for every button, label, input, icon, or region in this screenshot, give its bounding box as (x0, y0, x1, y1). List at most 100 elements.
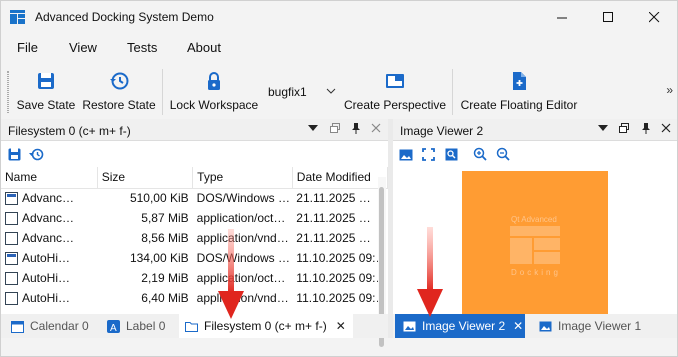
toolbar: Save State Restore State Lock Workspace … (1, 63, 677, 119)
vertical-scrollbar[interactable] (378, 177, 386, 347)
toolbar-separator (162, 69, 163, 115)
filesystem-pane: Filesystem 0 (c+ m+ f-) Name Size Type D… (1, 119, 389, 347)
restore-state-button[interactable]: Restore State (81, 63, 157, 119)
cell-name: AutoHi… (1, 288, 97, 308)
perspective-select[interactable]: bugfix1 (264, 82, 340, 104)
undock-icon[interactable] (330, 123, 340, 136)
chevron-down-icon (326, 84, 336, 101)
save-state-label: Save State (16, 98, 76, 112)
save-icon[interactable] (8, 148, 21, 161)
lock-workspace-label: Lock Workspace (169, 98, 259, 112)
minimize-button[interactable] (539, 1, 585, 33)
close-pane-icon[interactable] (371, 123, 381, 136)
menu-bar: File View Tests About (1, 33, 677, 63)
cell-date: 21.11.2025 … (296, 231, 371, 245)
cell-type: application/oct… (196, 211, 286, 225)
open-image-icon[interactable] (399, 148, 413, 161)
history-icon (110, 72, 129, 90)
tab-close-icon[interactable]: ✕ (513, 319, 523, 333)
folder-icon (185, 321, 198, 332)
menu-about[interactable]: About (187, 40, 221, 55)
app-window: Advanced Docking System Demo File View T… (0, 0, 678, 357)
cell-name: Advanc… (1, 208, 97, 228)
perspective-value: bugfix1 (268, 85, 307, 99)
window-title: Advanced Docking System Demo (35, 10, 214, 24)
table-header-row: Name Size Type Date Modified (1, 167, 389, 189)
toolbar-grip[interactable] (7, 71, 9, 113)
table-row[interactable]: Advanc… 8,56 MiB application/vnd… 21.11.202… (1, 228, 388, 248)
table-row[interactable]: AutoHi… 2,19 MiB application/oct… 11.10.202… (1, 268, 388, 288)
tab-close-icon[interactable]: ✕ (336, 319, 346, 333)
column-header-date[interactable]: Date Modified (292, 167, 389, 189)
cell-date: 21.11.2025 … (296, 211, 371, 225)
cell-size: 8,56 MiB (141, 231, 189, 245)
table-row[interactable]: Advanc… 510,00 KiB DOS/Windows … 21.11.2025… (1, 188, 388, 208)
file-name: Advanc… (22, 211, 75, 225)
label-icon: A (107, 319, 120, 333)
cell-name: AutoHi… (1, 248, 97, 268)
pin-icon[interactable] (641, 123, 651, 137)
image-icon (403, 321, 416, 331)
menu-tests[interactable]: Tests (127, 40, 157, 55)
file-name: Advanc… (22, 231, 75, 245)
zoom-in-icon[interactable] (473, 147, 487, 161)
tab-label-0[interactable]: A Label 0 (103, 314, 175, 338)
tab-filesystem-0[interactable]: Filesystem 0 (c+ m+ f-) ✕ (179, 314, 353, 338)
fit-to-window-icon[interactable] (422, 148, 435, 161)
cell-size: 510,00 KiB (129, 191, 189, 206)
save-icon (38, 73, 54, 89)
menu-view[interactable]: View (69, 40, 97, 55)
file-table: Name Size Type Date Modified Advanc… 510,… (1, 167, 389, 308)
table-row[interactable]: AutoHi… 6,40 MiB application/vnd… 11.10.202… (1, 288, 388, 308)
tab-label: Image Viewer 2 (422, 319, 506, 333)
displayed-image: Qt Advanced Docking (462, 171, 608, 317)
save-state-button[interactable]: Save State (15, 63, 77, 119)
cell-date: 11.10.2025 09:… (296, 291, 388, 305)
cell-name: AutoHi… (1, 268, 97, 288)
filesystem-pane-toolbar (1, 141, 388, 167)
close-button[interactable] (631, 1, 677, 33)
create-perspective-label: Create Perspective (343, 98, 447, 112)
cell-date: 21.11.2025 … (296, 191, 371, 206)
cell-size: 6,40 MiB (141, 291, 189, 305)
file-icon (5, 291, 18, 305)
file-name: AutoHi… (22, 291, 71, 305)
cell-size: 134,00 KiB (129, 251, 189, 265)
actual-size-icon[interactable] (445, 148, 458, 161)
file-name: AutoHi… (22, 251, 71, 265)
column-header-type[interactable]: Type (192, 167, 293, 189)
history-icon[interactable] (29, 148, 44, 161)
file-icon (5, 211, 18, 225)
logo-text-bottom: Docking (511, 268, 561, 277)
executable-icon (5, 251, 18, 265)
file-icon (5, 271, 18, 285)
create-floating-editor-label: Create Floating Editor (460, 98, 578, 112)
new-document-icon (513, 72, 526, 90)
red-arrow-annotation (417, 227, 443, 317)
tab-image-viewer-1[interactable]: Image Viewer 1 (533, 314, 653, 338)
qt-ads-logo: Qt Advanced Docking (510, 215, 561, 277)
create-perspective-button[interactable]: Create Perspective (344, 63, 446, 119)
dropdown-icon[interactable] (308, 123, 318, 136)
undock-icon[interactable] (619, 123, 629, 136)
lock-workspace-button[interactable]: Lock Workspace (169, 63, 259, 119)
toolbar-separator (452, 69, 453, 115)
zoom-out-icon[interactable] (496, 147, 510, 161)
column-header-size[interactable]: Size (97, 167, 194, 189)
close-pane-icon[interactable] (661, 123, 671, 136)
cell-name: Advanc… (1, 228, 97, 248)
tab-label: Filesystem 0 (c+ m+ f-) (204, 319, 327, 333)
toolbar-overflow-button[interactable]: » (666, 83, 673, 97)
maximize-button[interactable] (585, 1, 631, 33)
pin-icon[interactable] (351, 123, 361, 137)
cell-name: Advanc… (1, 188, 97, 208)
table-row[interactable]: Advanc… 5,87 MiB application/oct… 21.11.202… (1, 208, 388, 228)
menu-file[interactable]: File (17, 40, 38, 55)
dropdown-icon[interactable] (598, 123, 608, 136)
create-floating-editor-button[interactable]: Create Floating Editor (460, 63, 578, 119)
image-viewer-titlebar: Image Viewer 2 (393, 119, 677, 141)
table-row[interactable]: AutoHi… 134,00 KiB DOS/Windows … 11.10.2025… (1, 248, 388, 268)
cell-size: 5,87 MiB (141, 211, 189, 225)
column-header-name[interactable]: Name (1, 167, 98, 189)
tab-calendar-0[interactable]: Calendar 0 (7, 314, 95, 338)
